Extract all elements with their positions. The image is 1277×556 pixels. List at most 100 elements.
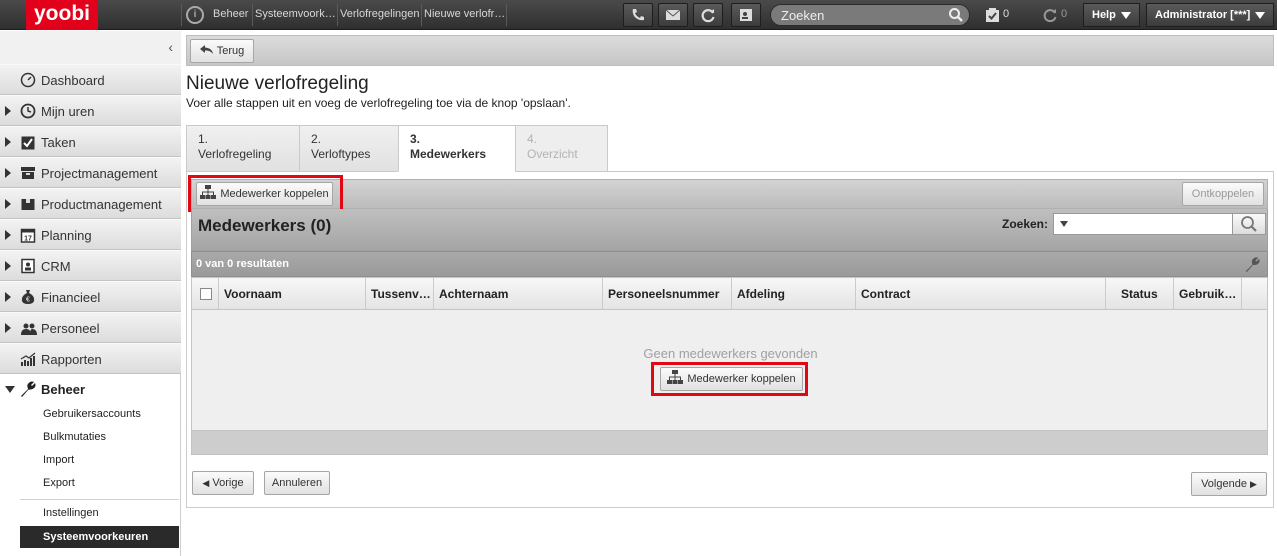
help-dropdown[interactable]: Help xyxy=(1083,3,1140,27)
step-medewerkers[interactable]: 3. Medewerkers xyxy=(398,125,516,172)
page-title: Nieuwe verlofregeling xyxy=(186,73,369,94)
wizard-steps: 1. Verlofregeling 2. Verloftypes 3. Mede… xyxy=(186,125,1274,172)
sidebar-subitem-instellingen[interactable]: Instellingen xyxy=(20,502,179,524)
caret-down-icon xyxy=(1121,12,1131,19)
table-header: Voornaam Tussenv… Achternaam Personeelsn… xyxy=(191,277,1268,310)
sidebar-item-label: Financieel xyxy=(41,290,101,305)
sidebar-item-planning[interactable]: 17 Planning xyxy=(0,219,181,250)
mail-button[interactable] xyxy=(658,3,688,27)
breadcrumb-systeemvoorkeuren[interactable]: Systeemvoork… xyxy=(255,8,335,20)
sidebar-item-projectmanagement[interactable]: Projectmanagement xyxy=(0,157,181,188)
back-button[interactable]: Terug xyxy=(190,39,254,63)
wrench-icon[interactable] xyxy=(1244,256,1261,273)
sidebar-item-productmanagement[interactable]: Productmanagement xyxy=(0,188,181,219)
results-bar: 0 van 0 resultaten xyxy=(191,251,1268,277)
search-icon[interactable] xyxy=(948,7,964,23)
wrench-icon xyxy=(21,381,36,397)
breadcrumb-verlofregelingen[interactable]: Verlofregelingen xyxy=(340,8,420,20)
sidebar-subitem-gebruikersaccounts[interactable]: Gebruikersaccounts xyxy=(20,403,179,425)
previous-button[interactable]: ◀ Vorige xyxy=(192,471,254,495)
contacts-button[interactable] xyxy=(731,3,761,27)
column-header-personeelsnummer[interactable]: Personeelsnummer xyxy=(603,278,732,309)
step-number: 4. xyxy=(527,132,538,146)
sidebar-item-taken[interactable]: Taken xyxy=(0,126,181,157)
back-label: Terug xyxy=(216,45,245,57)
refresh-button[interactable] xyxy=(693,3,723,27)
tasks-count: 0 xyxy=(1003,8,1010,20)
caret-down-icon[interactable] xyxy=(1060,221,1068,227)
global-search-input[interactable]: Zoeken xyxy=(770,4,970,26)
sidebar-subitem-import[interactable]: Import xyxy=(20,449,179,471)
sidebar-item-beheer[interactable]: Beheer xyxy=(0,374,181,405)
money-bag-icon: € xyxy=(20,289,36,305)
column-header-afdeling[interactable]: Afdeling xyxy=(732,278,856,309)
svg-text:€: € xyxy=(26,297,30,304)
column-header-status[interactable]: Status xyxy=(1106,278,1174,309)
caret-left-icon: ◀ xyxy=(202,478,210,488)
chevron-left-icon[interactable]: ‹ xyxy=(168,39,173,55)
yoobi-logo[interactable]: yoobi xyxy=(26,0,98,30)
tasks-icon[interactable] xyxy=(985,7,1000,23)
sidebar-subitem-export[interactable]: Export xyxy=(20,472,179,494)
step-verlofregeling[interactable]: 1. Verlofregeling xyxy=(186,125,300,172)
sidebar-item-rapporten[interactable]: Rapporten xyxy=(0,343,181,374)
select-all-checkbox[interactable] xyxy=(200,288,212,300)
divider xyxy=(421,4,422,26)
user-dropdown[interactable]: Administrator [***] xyxy=(1146,3,1274,27)
cancel-button[interactable]: Annuleren xyxy=(264,471,330,495)
people-icon xyxy=(20,320,37,336)
expand-arrow-icon[interactable] xyxy=(5,168,11,178)
step-label: Medewerkers xyxy=(410,147,487,161)
phone-button[interactable] xyxy=(623,3,653,27)
sidebar-item-mijn-uren[interactable]: Mijn uren xyxy=(0,95,181,126)
sidebar-item-personeel[interactable]: Personeel xyxy=(0,312,181,343)
box-icon xyxy=(20,196,36,212)
column-header-voornaam[interactable]: Voornaam xyxy=(219,278,366,309)
step-verloftypes[interactable]: 2. Verloftypes xyxy=(299,125,399,172)
next-label: Volgende xyxy=(1201,478,1247,490)
grid-action-bar: Medewerker koppelen Ontkoppelen xyxy=(191,179,1268,209)
expand-arrow-icon[interactable] xyxy=(5,292,11,302)
column-header-contract[interactable]: Contract xyxy=(856,278,1106,309)
column-header-tussenvoegsel[interactable]: Tussenv… xyxy=(366,278,434,309)
calendar-icon: 17 xyxy=(20,227,36,243)
grid-search-input[interactable] xyxy=(1053,213,1233,235)
unlink-button[interactable]: Ontkoppelen xyxy=(1182,182,1264,206)
sidebar-subitem-bulkmutaties[interactable]: Bulkmutaties xyxy=(20,426,179,448)
collapse-arrow-icon[interactable] xyxy=(5,386,15,393)
step-number: 3. xyxy=(410,132,421,146)
select-all-cell xyxy=(192,278,219,309)
expand-arrow-icon[interactable] xyxy=(5,199,11,209)
sidebar-item-label: CRM xyxy=(41,259,71,274)
column-header-achternaam[interactable]: Achternaam xyxy=(434,278,603,309)
grid-search-button[interactable] xyxy=(1232,213,1266,235)
user-label: Administrator [***] xyxy=(1155,9,1251,21)
next-button[interactable]: Volgende ▶ xyxy=(1191,472,1267,496)
sidebar-item-label: Rapporten xyxy=(41,352,102,367)
grid-header: Medewerkers (0) Zoeken: xyxy=(191,209,1268,251)
expand-arrow-icon[interactable] xyxy=(5,261,11,271)
search-placeholder: Zoeken xyxy=(781,8,825,23)
envelope-icon xyxy=(665,9,681,20)
expand-arrow-icon[interactable] xyxy=(5,323,11,333)
sync-icon[interactable] xyxy=(1042,7,1058,23)
sidebar-item-financieel[interactable]: € Financieel xyxy=(0,281,181,312)
sidebar-item-crm[interactable]: CRM xyxy=(0,250,181,281)
sidebar-collapse[interactable]: ‹ xyxy=(0,31,181,65)
grid-title: Medewerkers (0) xyxy=(198,216,332,235)
column-header-gebruiker[interactable]: Gebruik… xyxy=(1174,278,1242,309)
sidebar-subitem-systeemvoorkeuren[interactable]: Systeemvoorkeuren xyxy=(20,526,179,548)
sync-count: 0 xyxy=(1061,8,1068,20)
sidebar-item-dashboard[interactable]: Dashboard xyxy=(0,64,181,95)
breadcrumb-nieuwe-verlofregeling[interactable]: Nieuwe verlofr… xyxy=(424,8,504,20)
page-subtitle: Voer alle stappen uit en voeg de verlofr… xyxy=(186,96,571,110)
expand-arrow-icon[interactable] xyxy=(5,230,11,240)
divider xyxy=(181,4,182,26)
search-icon xyxy=(1241,216,1257,232)
sidebar-item-label: Beheer xyxy=(41,382,86,397)
sidebar-item-label: Productmanagement xyxy=(41,197,162,212)
expand-arrow-icon[interactable] xyxy=(5,137,11,147)
step-number: 1. xyxy=(198,132,209,146)
breadcrumb-beheer[interactable]: Beheer xyxy=(213,8,253,20)
expand-arrow-icon[interactable] xyxy=(5,106,11,116)
